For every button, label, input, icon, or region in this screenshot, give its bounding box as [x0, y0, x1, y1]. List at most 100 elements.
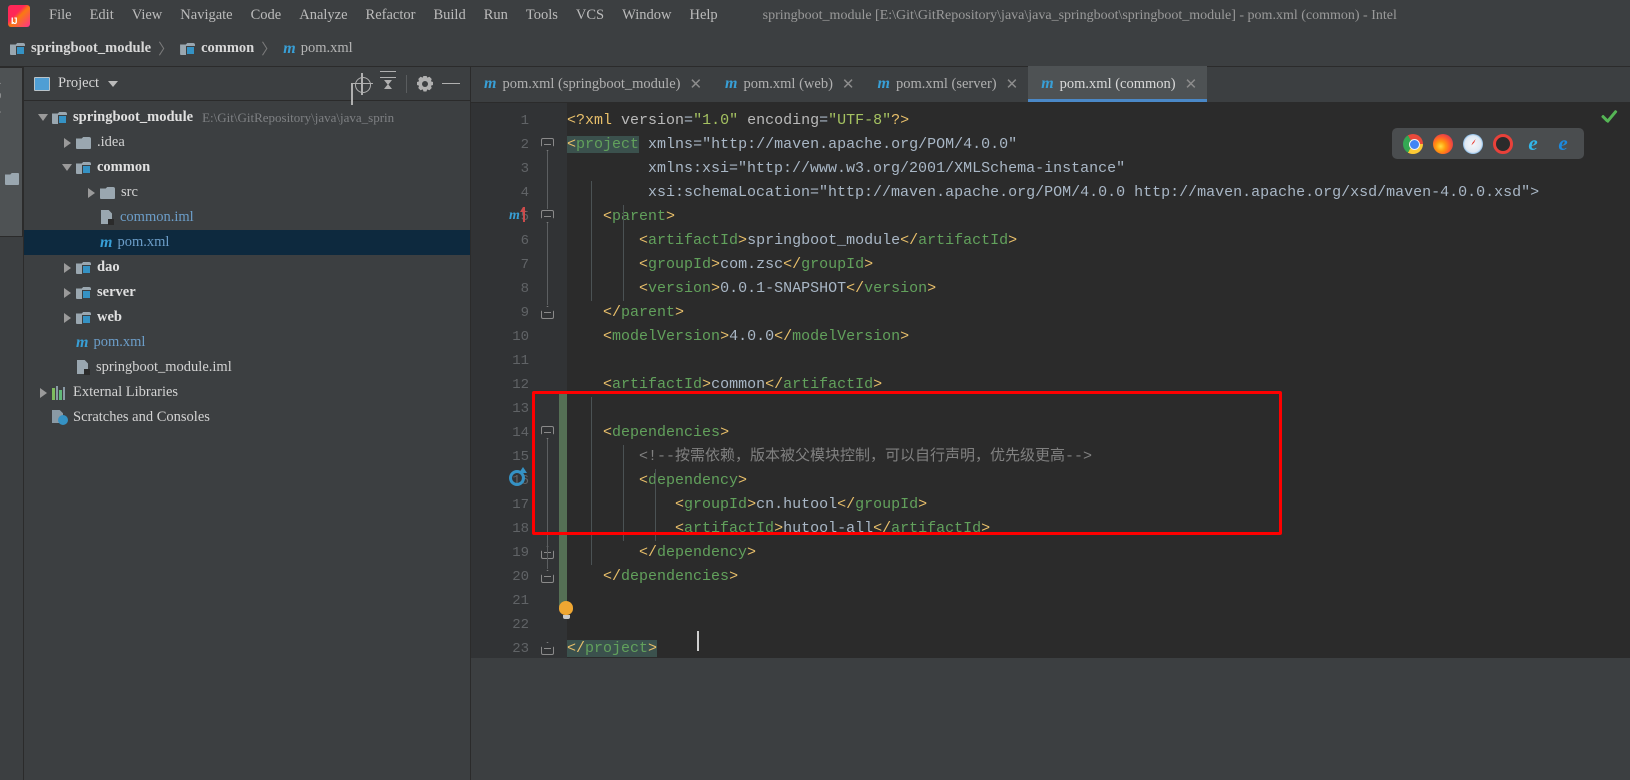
close-icon[interactable]: ✕: [689, 77, 702, 92]
code-fold-toggle[interactable]: [541, 570, 554, 583]
chevron-right-icon[interactable]: [36, 380, 52, 405]
menu-item-analyze[interactable]: Analyze: [290, 4, 356, 27]
edge-icon[interactable]: e: [1553, 132, 1573, 154]
breadcrumb-item-common[interactable]: common: [180, 40, 254, 57]
locate-icon[interactable]: [349, 71, 375, 97]
line-number: 21: [512, 593, 529, 609]
firefox-icon[interactable]: [1433, 133, 1453, 154]
code-line[interactable]: <artifactId>hutool-all</artifactId>: [567, 517, 990, 541]
code-fold-toggle[interactable]: [541, 426, 554, 439]
minimize-icon[interactable]: [438, 71, 464, 97]
menu-item-run[interactable]: Run: [475, 4, 517, 27]
library-icon: [52, 385, 67, 400]
chevron-down-icon[interactable]: [60, 155, 76, 180]
gear-icon[interactable]: [412, 71, 438, 97]
tree-node-idea[interactable]: .idea: [24, 130, 470, 155]
breadcrumb-item-pom-xml[interactable]: m pom.xml: [283, 40, 352, 57]
code-line[interactable]: </parent>: [567, 301, 684, 325]
code-line[interactable]: </dependency>: [567, 541, 756, 565]
code-line[interactable]: <project xmlns="http://maven.apache.org/…: [567, 133, 1017, 157]
dependency-update-icon[interactable]: [509, 467, 531, 492]
editor-tab-pom-xml-server[interactable]: m pom.xml (server) ✕: [864, 66, 1028, 102]
tree-node-src[interactable]: src: [24, 180, 470, 205]
menu-item-build[interactable]: Build: [424, 4, 474, 27]
code-fold-toggle[interactable]: [541, 138, 554, 151]
close-icon[interactable]: ✕: [842, 77, 855, 92]
tree-node-scratches-and-consoles[interactable]: Scratches and Consoles: [24, 405, 470, 430]
chevron-right-icon[interactable]: [60, 305, 76, 330]
code-line[interactable]: [567, 349, 576, 373]
tree-node-label: Scratches and Consoles: [73, 409, 210, 425]
chrome-icon[interactable]: [1403, 133, 1423, 154]
close-icon[interactable]: ✕: [1185, 77, 1198, 92]
tree-node-pom-xml[interactable]: m pom.xml: [24, 330, 470, 355]
code-line[interactable]: <artifactId>springboot_module</artifactI…: [567, 229, 1017, 253]
tree-node-label: dao: [97, 259, 120, 275]
editor-tab-pom-xml-springboot-module[interactable]: m pom.xml (springboot_module) ✕: [471, 66, 712, 102]
code-fold-toggle[interactable]: [541, 210, 554, 223]
tree-node-server[interactable]: server: [24, 280, 470, 305]
menu-item-edit[interactable]: Edit: [81, 4, 123, 27]
menu-item-help[interactable]: Help: [680, 4, 726, 27]
code-fold-toggle[interactable]: [541, 642, 554, 655]
code-line[interactable]: xmlns:xsi="http://www.w3.org/2001/XMLSch…: [567, 157, 1125, 181]
breadcrumb-item-springboot-module[interactable]: springboot_module: [10, 40, 151, 57]
iml-icon: [76, 360, 90, 375]
menu-item-file[interactable]: File: [40, 4, 81, 27]
code-line[interactable]: <groupId>cn.hutool</groupId>: [567, 493, 927, 517]
chevron-down-icon[interactable]: [108, 80, 119, 87]
tree-node-dao[interactable]: dao: [24, 255, 470, 280]
code-line[interactable]: <parent>: [567, 205, 675, 229]
code-line[interactable]: <groupId>com.zsc</groupId>: [567, 253, 873, 277]
menu-item-tools[interactable]: Tools: [517, 4, 567, 27]
code-line[interactable]: <dependency>: [567, 469, 747, 493]
code-line[interactable]: [567, 397, 576, 421]
code-line[interactable]: <artifactId>common</artifactId>: [567, 373, 882, 397]
maven-icon: m: [283, 39, 296, 57]
chevron-right-icon[interactable]: [60, 280, 76, 305]
chevron-down-icon[interactable]: [36, 105, 52, 130]
line-number: 3: [520, 161, 529, 177]
tree-node-pom-xml[interactable]: m pom.xml: [24, 230, 470, 255]
module-folder-icon: [10, 42, 25, 55]
chevron-right-icon[interactable]: [60, 130, 76, 155]
chevron-right-icon[interactable]: [84, 180, 100, 205]
code-line[interactable]: <!--按需依赖，版本被父模块控制，可以自行声明，优先级更高-->: [567, 445, 1092, 469]
code-line[interactable]: <?xml version="1.0" encoding="UTF-8"?>: [567, 109, 909, 133]
tree-node-springboot-module-iml[interactable]: springboot_module.iml: [24, 355, 470, 380]
menu-item-vcs[interactable]: VCS: [567, 4, 613, 27]
collapse-all-icon[interactable]: [375, 70, 401, 97]
maven-icon: m: [76, 333, 89, 351]
code-line[interactable]: <modelVersion>4.0.0</modelVersion>: [567, 325, 909, 349]
tree-node-web[interactable]: web: [24, 305, 470, 330]
opera-icon[interactable]: [1493, 133, 1513, 154]
menu-item-refactor[interactable]: Refactor: [357, 4, 425, 27]
tree-node-common[interactable]: common: [24, 155, 470, 180]
editor-tab-pom-xml-common[interactable]: m pom.xml (common) ✕: [1028, 66, 1208, 102]
menu-item-navigate[interactable]: Navigate: [171, 4, 241, 27]
tree-node-label: common.iml: [120, 209, 194, 225]
menu-item-view[interactable]: View: [123, 4, 172, 27]
tool-window-button-project[interactable]: 1: Project: [0, 67, 23, 237]
code-line[interactable]: </dependencies>: [567, 565, 738, 589]
line-number: 1: [520, 113, 529, 129]
menu-item-window[interactable]: Window: [613, 4, 680, 27]
inspection-ok-icon[interactable]: [1600, 109, 1618, 127]
safari-icon[interactable]: [1463, 133, 1483, 154]
tree-node-springboot-module[interactable]: springboot_module E:\Git\GitRepository\ja…: [24, 105, 470, 130]
code-fold-toggle[interactable]: [541, 306, 554, 319]
menu-item-code[interactable]: Code: [242, 4, 291, 27]
intention-bulb-icon[interactable]: [559, 601, 573, 619]
code-line[interactable]: xsi:schemaLocation="http://maven.apache.…: [567, 181, 1539, 205]
indent-guide: [623, 445, 624, 541]
maven-reimport-icon[interactable]: m: [509, 206, 531, 228]
chevron-right-icon[interactable]: [60, 255, 76, 280]
tree-node-common-iml[interactable]: common.iml: [24, 205, 470, 230]
internet-explorer-icon[interactable]: e: [1523, 132, 1543, 154]
editor-tab-pom-xml-web[interactable]: m pom.xml (web) ✕: [712, 66, 864, 102]
close-icon[interactable]: ✕: [1006, 77, 1019, 92]
browser-run-toolbar[interactable]: ee: [1392, 128, 1584, 159]
tree-node-external-libraries[interactable]: External Libraries: [24, 380, 470, 405]
